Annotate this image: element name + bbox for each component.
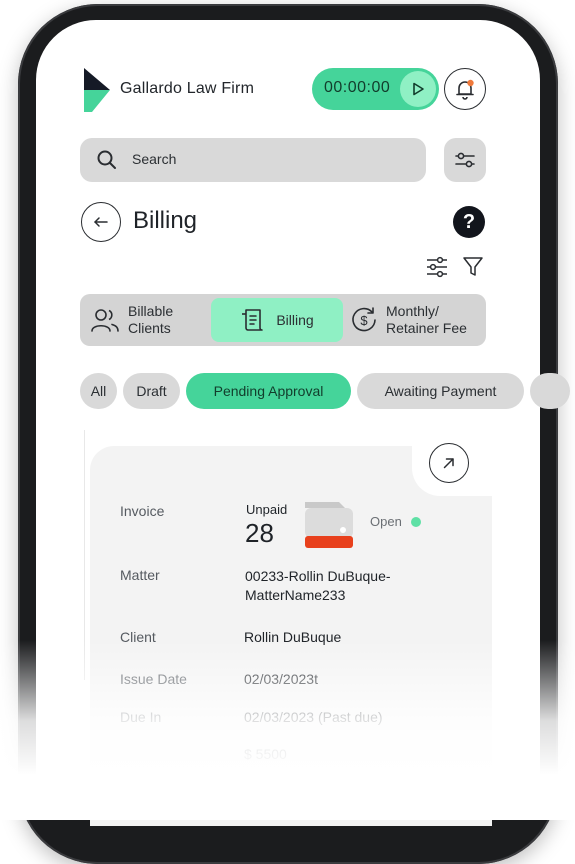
segment-billable-clients[interactable]: Billable Clients xyxy=(90,298,210,342)
chip-pending-approval[interactable]: Pending Approval xyxy=(186,373,351,409)
adjust-icon[interactable] xyxy=(427,256,447,278)
invoice-label: Invoice xyxy=(120,503,165,519)
search-icon xyxy=(97,150,116,169)
segment-billable-line1: Billable xyxy=(128,303,174,319)
matter-value-line1: 00233-Rollin DuBuque- xyxy=(245,568,391,584)
client-label: Client xyxy=(120,629,156,645)
svg-text:$: $ xyxy=(360,313,368,328)
sliders-icon xyxy=(455,152,475,168)
search-filter-button[interactable] xyxy=(444,138,486,182)
amount-value: $ 5500 xyxy=(244,746,287,762)
segment-monthly-retainer[interactable]: $ Monthly/ Retainer Fee xyxy=(350,298,486,342)
status-indicator xyxy=(411,517,421,527)
segment-billing-label: Billing xyxy=(276,311,314,328)
receipt-icon xyxy=(242,309,264,331)
bell-icon xyxy=(456,79,474,100)
unpaid-label: Unpaid xyxy=(246,502,288,517)
chip-next-partial[interactable] xyxy=(530,373,570,409)
unpaid-count: 28 xyxy=(245,518,274,548)
timer-readout: 00:00:00 xyxy=(324,79,391,96)
recurring-dollar-icon: $ xyxy=(352,307,376,332)
chip-all[interactable]: All xyxy=(80,373,117,409)
unpaid-card-icon xyxy=(305,502,353,548)
issue-date-label: Issue Date xyxy=(120,671,187,687)
funnel-icon[interactable] xyxy=(463,257,483,276)
firm-logo-icon xyxy=(84,68,110,112)
segment-monthly-line2: Retainer Fee xyxy=(386,320,467,336)
invoice-status: Open xyxy=(370,514,402,529)
help-button[interactable]: ? xyxy=(453,206,485,238)
time-tracker[interactable]: 00:00:00 xyxy=(312,68,439,110)
due-in-value: 02/03/2023 (Past due) xyxy=(244,709,383,725)
matter-label: Matter xyxy=(120,567,160,583)
segment-billable-line2: Clients xyxy=(128,320,171,336)
due-in-label: Due In xyxy=(120,709,162,725)
chip-draft[interactable]: Draft xyxy=(123,373,180,409)
segment-monthly-line1: Monthly/ xyxy=(386,303,439,319)
search-input[interactable] xyxy=(130,150,394,168)
page-title: Billing xyxy=(133,207,198,234)
play-icon xyxy=(413,82,424,96)
billing-segment-control: Billable Clients Billing $ Monthly/ Reta… xyxy=(80,294,486,346)
open-invoice-button[interactable] xyxy=(429,443,469,483)
search-bar[interactable] xyxy=(80,138,426,182)
issue-date-value: 02/03/2023t xyxy=(244,671,318,687)
matter-value-line2: MatterName233 xyxy=(245,587,346,603)
view-tools xyxy=(424,254,488,285)
segment-billing[interactable]: Billing xyxy=(211,298,343,342)
client-value: Rollin DuBuque xyxy=(244,629,342,645)
firm-name: Gallardo Law Firm xyxy=(120,80,255,97)
notifications-button[interactable] xyxy=(444,68,486,110)
arrow-up-right-icon xyxy=(443,458,454,469)
play-timer-button[interactable] xyxy=(400,71,436,107)
back-button[interactable] xyxy=(81,202,121,242)
matter-value: 00233-Rollin DuBuque- MatterName233 xyxy=(245,567,391,605)
arrow-left-icon xyxy=(94,217,108,227)
users-icon xyxy=(91,309,119,332)
card-edge xyxy=(84,430,85,680)
chip-awaiting-payment[interactable]: Awaiting Payment xyxy=(357,373,524,409)
